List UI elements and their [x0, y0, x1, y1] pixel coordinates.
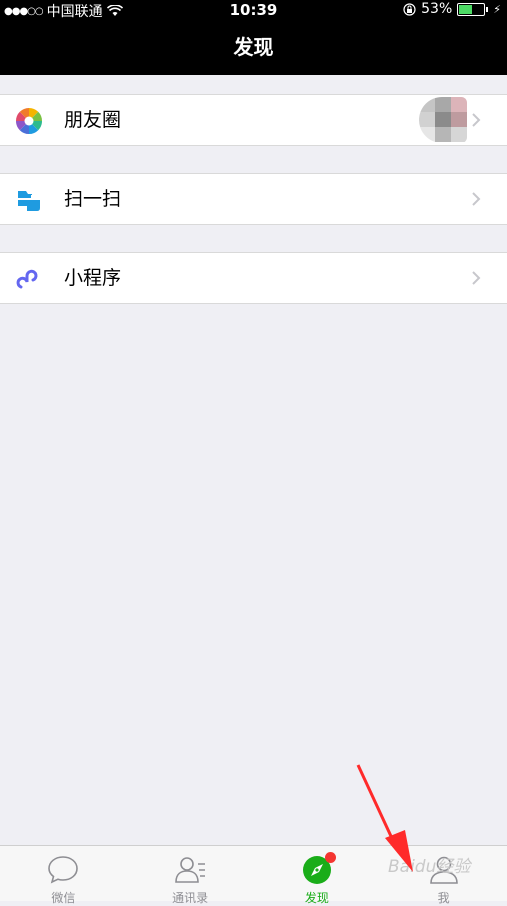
battery-percent: 53% [421, 1, 453, 17]
tab-discover[interactable]: 发现 [254, 846, 381, 905]
moments-label: 朋友圈 [64, 109, 122, 131]
tab-chats-label: 微信 [51, 891, 76, 905]
moments-item[interactable]: 朋友圈 [0, 94, 507, 146]
scan-label: 扫一扫 [64, 188, 122, 210]
notification-badge [324, 852, 336, 863]
tab-contacts-label: 通讯录 [172, 891, 209, 905]
status-bar: ●●●○○ 中国联通 10:39 53% ⚡ [0, 0, 507, 20]
charging-icon: ⚡ [493, 2, 501, 16]
chat-bubble-icon [48, 856, 79, 884]
battery-icon [457, 2, 489, 16]
blurred-avatar [419, 97, 467, 143]
moments-icon [15, 107, 43, 135]
tab-me-label: 我 [437, 891, 450, 905]
baidu-watermark: Baidu经验 [388, 857, 471, 877]
tab-contacts[interactable]: 通讯录 [127, 846, 254, 905]
scan-icon [18, 191, 40, 211]
mini-programs-item[interactable]: 小程序 [0, 252, 507, 304]
page-title: 发现 [0, 20, 507, 75]
scan-item[interactable]: 扫一扫 [0, 173, 507, 225]
orientation-lock-icon [403, 2, 416, 16]
tab-chats[interactable]: 微信 [0, 846, 127, 905]
mini-programs-label: 小程序 [64, 267, 122, 289]
mini-program-icon [16, 269, 38, 289]
tab-discover-label: 发现 [304, 891, 329, 905]
status-right: 53% ⚡ [403, 1, 501, 17]
chevron-right-icon [472, 113, 481, 127]
chevron-right-icon [472, 192, 481, 206]
contacts-icon [175, 857, 206, 883]
chevron-right-icon [472, 271, 481, 285]
